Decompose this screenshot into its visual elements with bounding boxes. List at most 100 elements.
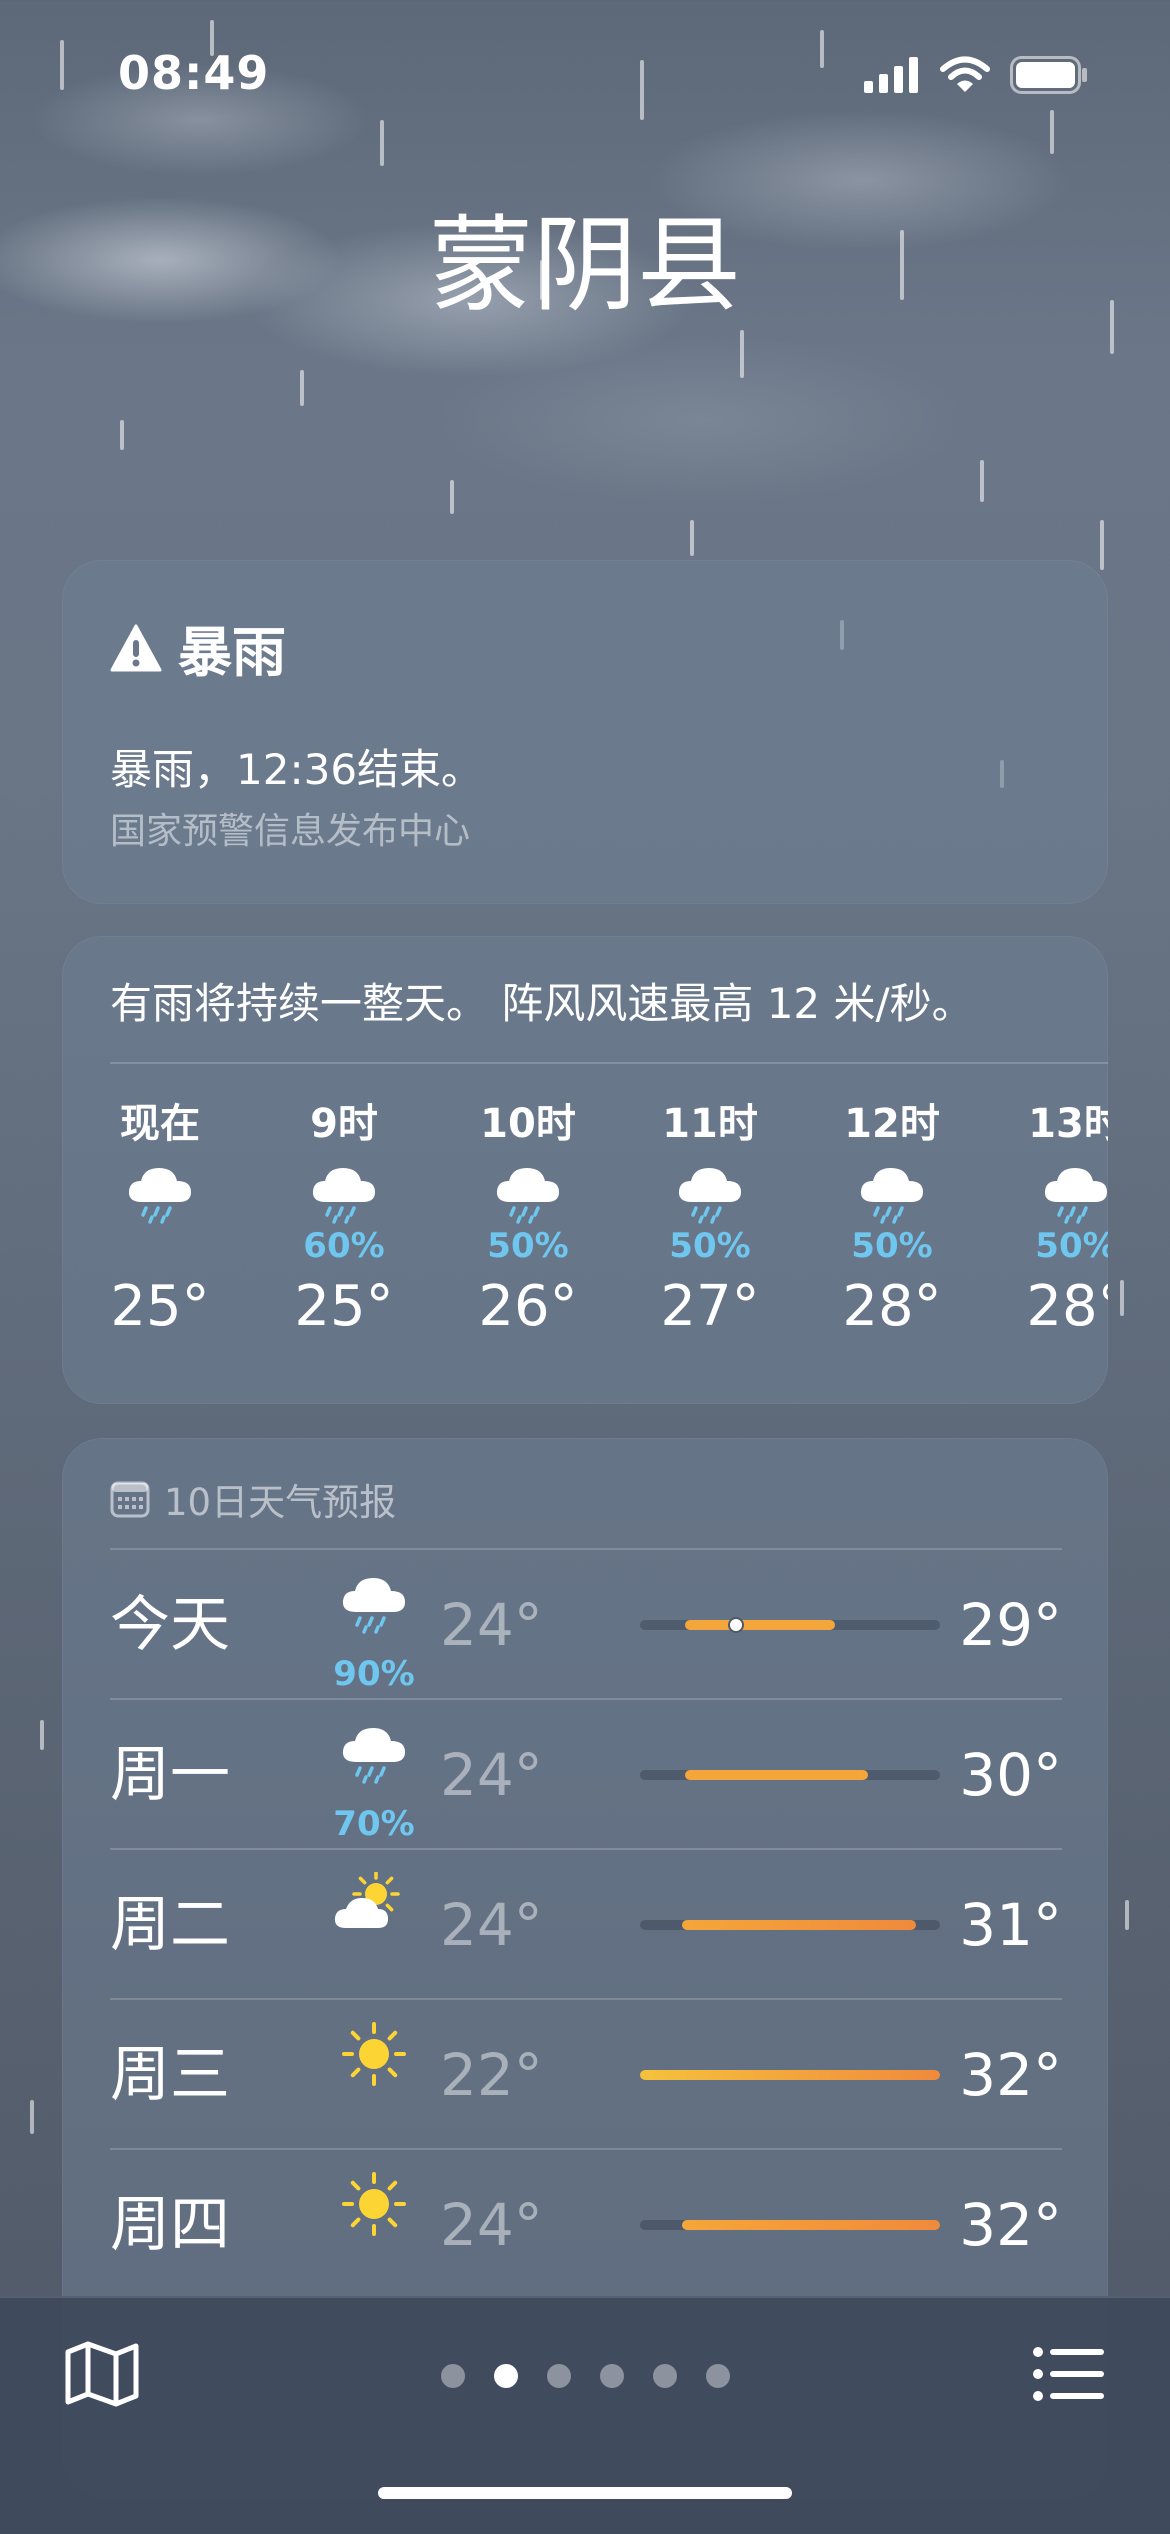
hour-temperature: 28° [1026, 1274, 1108, 1339]
rain-streak [60, 40, 64, 90]
status-icons [864, 56, 1088, 94]
alert-title-row: 暴雨 [110, 608, 286, 687]
temp-range-fill [682, 1920, 916, 1930]
severe-weather-alert-card[interactable]: 暴雨 暴雨，12:36结束。 国家预警信息发布中心 [62, 560, 1108, 904]
hour-icon [630, 1156, 790, 1226]
hourly-forecast-card[interactable]: 有雨将持续一整天。 阵风风速最高 12 米/秒。 现在 25° 9时 60% 25° 10… [62, 936, 1108, 1404]
forecast-header-label: 10日天气预报 [164, 1481, 397, 1524]
day-icon [324, 1572, 424, 1652]
rain-cloud-icon [1044, 1168, 1107, 1224]
temp-range-bar [640, 2220, 940, 2230]
divider [110, 1062, 1108, 1064]
day-low-temp: 24° [440, 1591, 543, 1659]
temp-range-bar [640, 2070, 940, 2080]
forecast-day-row[interactable]: 今天 90% 24° 29° [110, 1550, 1062, 1700]
hour-icon [812, 1156, 972, 1226]
hour-label: 11时 [662, 1101, 758, 1147]
page-dot[interactable] [440, 2364, 465, 2388]
hour-icon [448, 1156, 608, 1226]
hour-precip-chance [80, 1226, 240, 1266]
temp-range-fill [682, 2220, 940, 2230]
hourly-item: 9时 60% 25° [264, 1096, 424, 1339]
day-name: 周一 [110, 1740, 230, 1810]
hour-precip-chance: 60% [303, 1226, 385, 1266]
rain-streak [980, 460, 984, 502]
alert-message: 暴雨，12:36结束。 [110, 745, 484, 794]
list-icon[interactable] [1028, 2334, 1108, 2414]
day-precip-chance: 70% [333, 1804, 415, 1844]
temp-range-bar [640, 1617, 940, 1633]
day-name: 周三 [110, 2040, 230, 2110]
page-indicator[interactable] [0, 2364, 1170, 2388]
day-high-temp: 32° [959, 2191, 1062, 2259]
page-dot[interactable] [546, 2364, 571, 2388]
current-temp-marker [728, 1617, 744, 1633]
hour-label: 10时 [480, 1101, 576, 1147]
hourly-summary: 有雨将持续一整天。 阵风风速最高 12 米/秒。 [110, 979, 974, 1028]
calendar-icon [110, 1481, 150, 1518]
page-dot[interactable] [652, 2364, 677, 2388]
hourly-item: 11时 50% 27° [630, 1096, 790, 1339]
temp-range-fill [685, 1620, 835, 1630]
day-icon [324, 2022, 424, 2102]
home-indicator[interactable] [378, 2487, 792, 2499]
hour-icon [996, 1156, 1108, 1226]
forecast-day-row[interactable]: 周二 24° 31° [110, 1850, 1062, 2000]
rain-streak [820, 30, 824, 68]
rain-cloud-icon [860, 1168, 923, 1224]
status-time: 08:49 [118, 46, 270, 100]
day-low-temp: 24° [440, 1741, 543, 1809]
temp-range-bar [640, 1920, 940, 1930]
day-high-temp: 29° [959, 1591, 1062, 1659]
sun-icon [342, 2022, 406, 2086]
page-dot[interactable] [599, 2364, 624, 2388]
day-low-temp: 24° [440, 2191, 543, 2259]
partly-sunny-icon [334, 1872, 400, 1928]
rain-streak [300, 370, 304, 406]
rain-streak [640, 60, 644, 120]
hour-temperature: 25° [110, 1274, 210, 1339]
forecast-day-row[interactable]: 周三 22° 32° [110, 2000, 1062, 2150]
hour-label: 9时 [310, 1101, 378, 1147]
forecast-day-row[interactable]: 周一 70% 24° 30° [110, 1700, 1062, 1850]
rain-cloud-icon [128, 1168, 191, 1224]
rain-streak [1050, 110, 1054, 154]
rain-streak [740, 330, 744, 378]
rain-streak [40, 1720, 44, 1750]
day-low-temp: 22° [440, 2041, 543, 2109]
rain-streak [380, 120, 384, 166]
hourly-item: 现在 25° [80, 1096, 240, 1339]
hour-icon [264, 1156, 424, 1226]
sun-icon [342, 2172, 406, 2236]
rain-streak [30, 2100, 34, 2134]
hourly-item: 10时 50% 26° [448, 1096, 608, 1339]
day-low-temp: 24° [440, 1891, 543, 1959]
hour-precip-chance: 50% [487, 1226, 569, 1266]
rain-cloud-icon [678, 1168, 741, 1224]
temp-range-bar [640, 1770, 940, 1780]
rain-streak [690, 520, 694, 556]
page-dot-active[interactable] [493, 2364, 518, 2388]
rain-cloud-icon [312, 1168, 375, 1224]
hour-temperature: 28° [842, 1274, 942, 1339]
day-icon [324, 1872, 424, 1952]
forecast-day-row[interactable]: 周四 24° 32° [110, 2150, 1062, 2300]
hour-icon [80, 1156, 240, 1226]
hour-label: 12时 [844, 1101, 940, 1147]
location-title: 蒙阴县 [428, 204, 741, 326]
warning-icon [110, 624, 162, 671]
rain-streak [120, 420, 124, 450]
wifi-icon [940, 56, 990, 92]
day-icon [324, 1722, 424, 1802]
rain-cloud-icon [342, 1728, 405, 1784]
day-precip-chance: 90% [333, 1654, 415, 1694]
day-high-temp: 31° [959, 1891, 1062, 1959]
hour-label: 13时 [1028, 1101, 1108, 1147]
rain-cloud-icon [496, 1168, 559, 1224]
alert-source: 国家预警信息发布中心 [110, 811, 471, 852]
hour-precip-chance: 50% [1035, 1226, 1108, 1266]
day-high-temp: 32° [959, 2041, 1062, 2109]
page-dot[interactable] [705, 2364, 730, 2388]
alert-title: 暴雨 [178, 621, 286, 684]
hour-label: 现在 [120, 1101, 200, 1147]
